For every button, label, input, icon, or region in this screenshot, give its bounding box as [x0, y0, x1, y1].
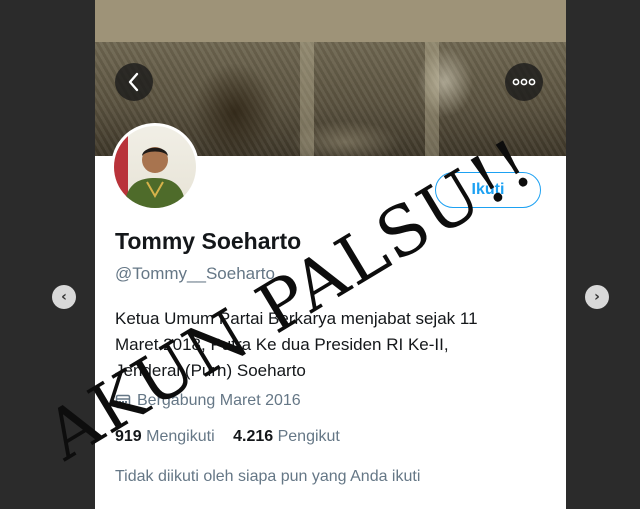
photo-detail	[425, 42, 439, 156]
person-icon	[114, 126, 186, 208]
more-options-button[interactable]	[505, 63, 543, 101]
following-stat[interactable]: 919 Mengikuti	[115, 428, 215, 445]
join-date-text: Bergabung Maret 2016	[137, 392, 301, 409]
followers-label: Pengikut	[277, 428, 340, 445]
chevron-right-icon: ›	[594, 289, 600, 305]
gallery-prev-button[interactable]: ‹	[52, 285, 76, 309]
bio-line: Maret 2018, Putra Ke dua Presiden RI Ke-…	[115, 335, 449, 354]
avatar-photo	[114, 126, 196, 208]
bio-line: Ketua Umum Partai Berkarya menjabat seja…	[115, 309, 478, 328]
back-button[interactable]	[115, 63, 153, 101]
follow-button[interactable]: Ikuti	[435, 172, 541, 208]
chevron-left-icon: ‹	[61, 289, 67, 305]
calendar-icon	[115, 393, 131, 409]
ellipsis-icon	[512, 78, 536, 86]
join-date: Bergabung Maret 2016	[115, 392, 301, 410]
top-strip	[95, 0, 566, 42]
chevron-left-icon	[128, 72, 139, 92]
gallery-next-button[interactable]: ›	[585, 285, 609, 309]
follow-stats: 919 Mengikuti 4.216 Pengikut	[115, 428, 354, 446]
following-count: 919	[115, 428, 142, 445]
profile-handle: @Tommy__Soeharto	[115, 264, 275, 283]
followed-by-note: Tidak diikuti oleh siapa pun yang Anda i…	[115, 468, 421, 485]
display-name: Tommy Soeharto	[115, 228, 302, 254]
following-label: Mengikuti	[146, 428, 215, 445]
followers-stat[interactable]: 4.216 Pengikut	[233, 428, 340, 445]
photo-detail	[300, 42, 314, 156]
bio-line: Jenderal (Purn) Soeharto	[115, 361, 306, 380]
avatar[interactable]	[111, 123, 199, 211]
profile-screenshot: Ikuti Tommy Soeharto @Tommy__Soeharto Ke…	[95, 0, 566, 509]
profile-bio: Ketua Umum Partai Berkarya menjabat seja…	[115, 306, 535, 384]
followers-count: 4.216	[233, 428, 274, 445]
